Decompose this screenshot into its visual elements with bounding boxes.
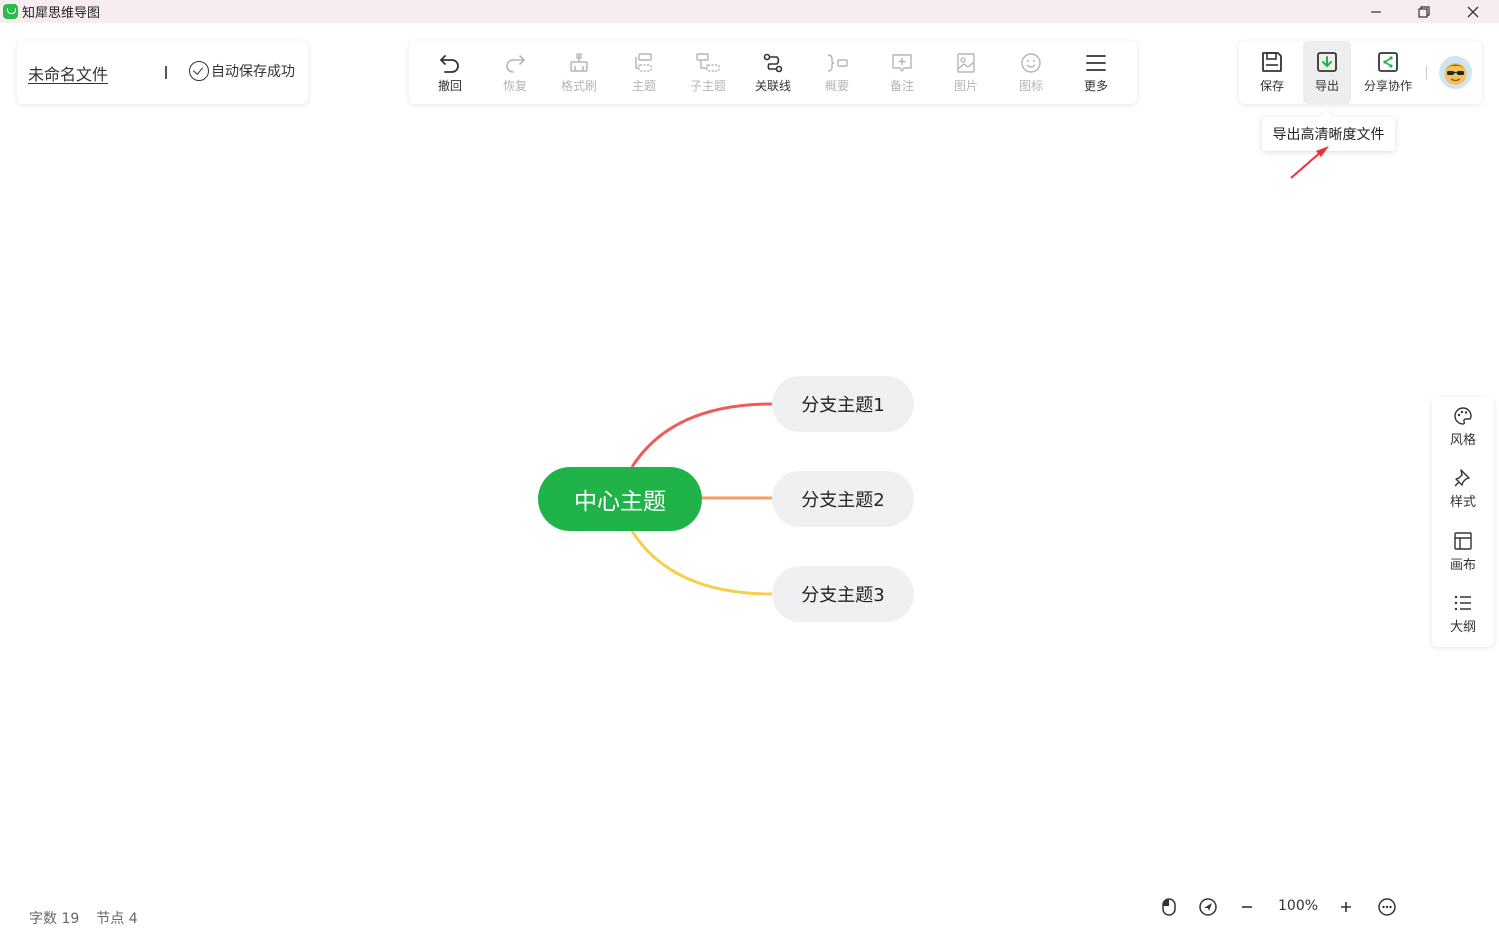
minus-icon [1242,906,1252,908]
action-bar: 保存 导出 分享协作 [1239,41,1482,104]
relation-line-button[interactable]: 关联线 [743,41,803,104]
subtopic-icon [696,53,720,72]
summary-icon [827,54,848,72]
title-bar: 知犀思维导图 [0,0,1499,23]
file-name[interactable]: 未命名文件 [28,61,108,85]
more-options-button[interactable] [1376,896,1398,918]
subtopic-button[interactable]: 子主题 [678,41,738,104]
pin-style-icon [1454,469,1470,487]
list-icon [1454,595,1471,611]
save-status-text: 自动保存成功 [211,64,295,80]
check-circle-icon [189,61,209,81]
image-icon [957,53,975,73]
canvas-button[interactable]: 画布 [1432,522,1494,582]
palette-icon [1454,407,1472,425]
format-painter-icon [570,53,588,72]
format-painter-button[interactable]: 格式刷 [549,41,609,104]
word-count-value: 19 [61,911,80,927]
branch-topic-node-2[interactable]: 分支主题2 [772,471,914,527]
close-icon [1467,6,1479,17]
note-button[interactable]: 备注 [872,41,932,104]
center-topic-node[interactable]: 中心主题 [538,467,702,531]
export-button[interactable]: 导出 [1303,41,1351,104]
zoom-in-button[interactable] [1335,896,1357,918]
app-title: 知犀思维导图 [22,6,101,21]
branch-connector-1 [630,402,773,468]
node-count-value: 4 [128,911,138,927]
share-icon [1378,52,1398,72]
redo-button[interactable]: 恢复 [485,41,545,104]
side-panel: 风格 样式 画布 大纲 [1432,397,1494,647]
avatar[interactable] [1439,56,1472,89]
style-button[interactable]: 样式 [1432,459,1494,519]
topic-button[interactable]: 主题 [614,41,674,104]
image-button[interactable]: 图片 [936,41,996,104]
redo-icon [506,55,525,73]
plus-icon [1341,902,1351,912]
more-dots-icon [1378,898,1396,916]
avatar-icon [1444,63,1467,85]
share-button[interactable]: 分享协作 [1359,41,1417,104]
icon-button[interactable]: 图标 [1001,41,1061,104]
restore-button[interactable] [1400,0,1448,23]
zoom-level: 100% [1278,898,1319,914]
note-icon [892,54,912,72]
save-button[interactable]: 保存 [1247,41,1297,104]
export-tooltip: 导出高清晰度文件 [1262,117,1395,151]
layout-icon [1454,532,1472,550]
restore-icon [1418,5,1430,18]
toolbar: 撤回 恢复 格式刷 主题 子主题 关联线 概要 备注 图片 图标 更多 [409,41,1137,104]
undo-button[interactable]: 撤回 [420,41,480,104]
topic-icon [635,53,652,72]
summary-button[interactable]: 概要 [807,41,867,104]
file-card: 未命名文件 自动保存成功 [17,41,308,104]
zoom-controls: 100% [1150,893,1410,921]
zoom-out-button[interactable] [1236,896,1258,918]
minimize-button[interactable] [1352,0,1400,23]
locate-button[interactable] [1197,896,1219,918]
document-stats: 字数 19 节点 4 [29,908,147,928]
node-count-label: 节点 [96,911,125,927]
branch-topic-node-1[interactable]: 分支主题1 [772,376,914,432]
style-theme-button[interactable]: 风格 [1432,397,1494,457]
smiley-icon [1021,53,1041,73]
locate-icon [1199,898,1217,916]
mouse-mode-button[interactable] [1158,896,1180,918]
divider [165,66,167,79]
close-button[interactable] [1449,0,1497,23]
mouse-icon [1162,898,1176,916]
divider [1426,66,1427,80]
branch-topic-node-3[interactable]: 分支主题3 [772,566,914,622]
app-logo-icon [3,4,18,19]
save-icon [1262,52,1282,72]
branch-connector-3 [630,530,773,596]
word-count-label: 字数 [29,911,57,927]
more-button[interactable]: 更多 [1066,41,1126,104]
save-status: 自动保存成功 [189,61,295,81]
outline-button[interactable]: 大纲 [1432,584,1494,644]
minimize-icon [1371,10,1381,13]
undo-icon [440,55,459,73]
export-icon [1317,52,1337,72]
menu-icon [1086,55,1106,71]
relation-line-icon [763,53,783,73]
